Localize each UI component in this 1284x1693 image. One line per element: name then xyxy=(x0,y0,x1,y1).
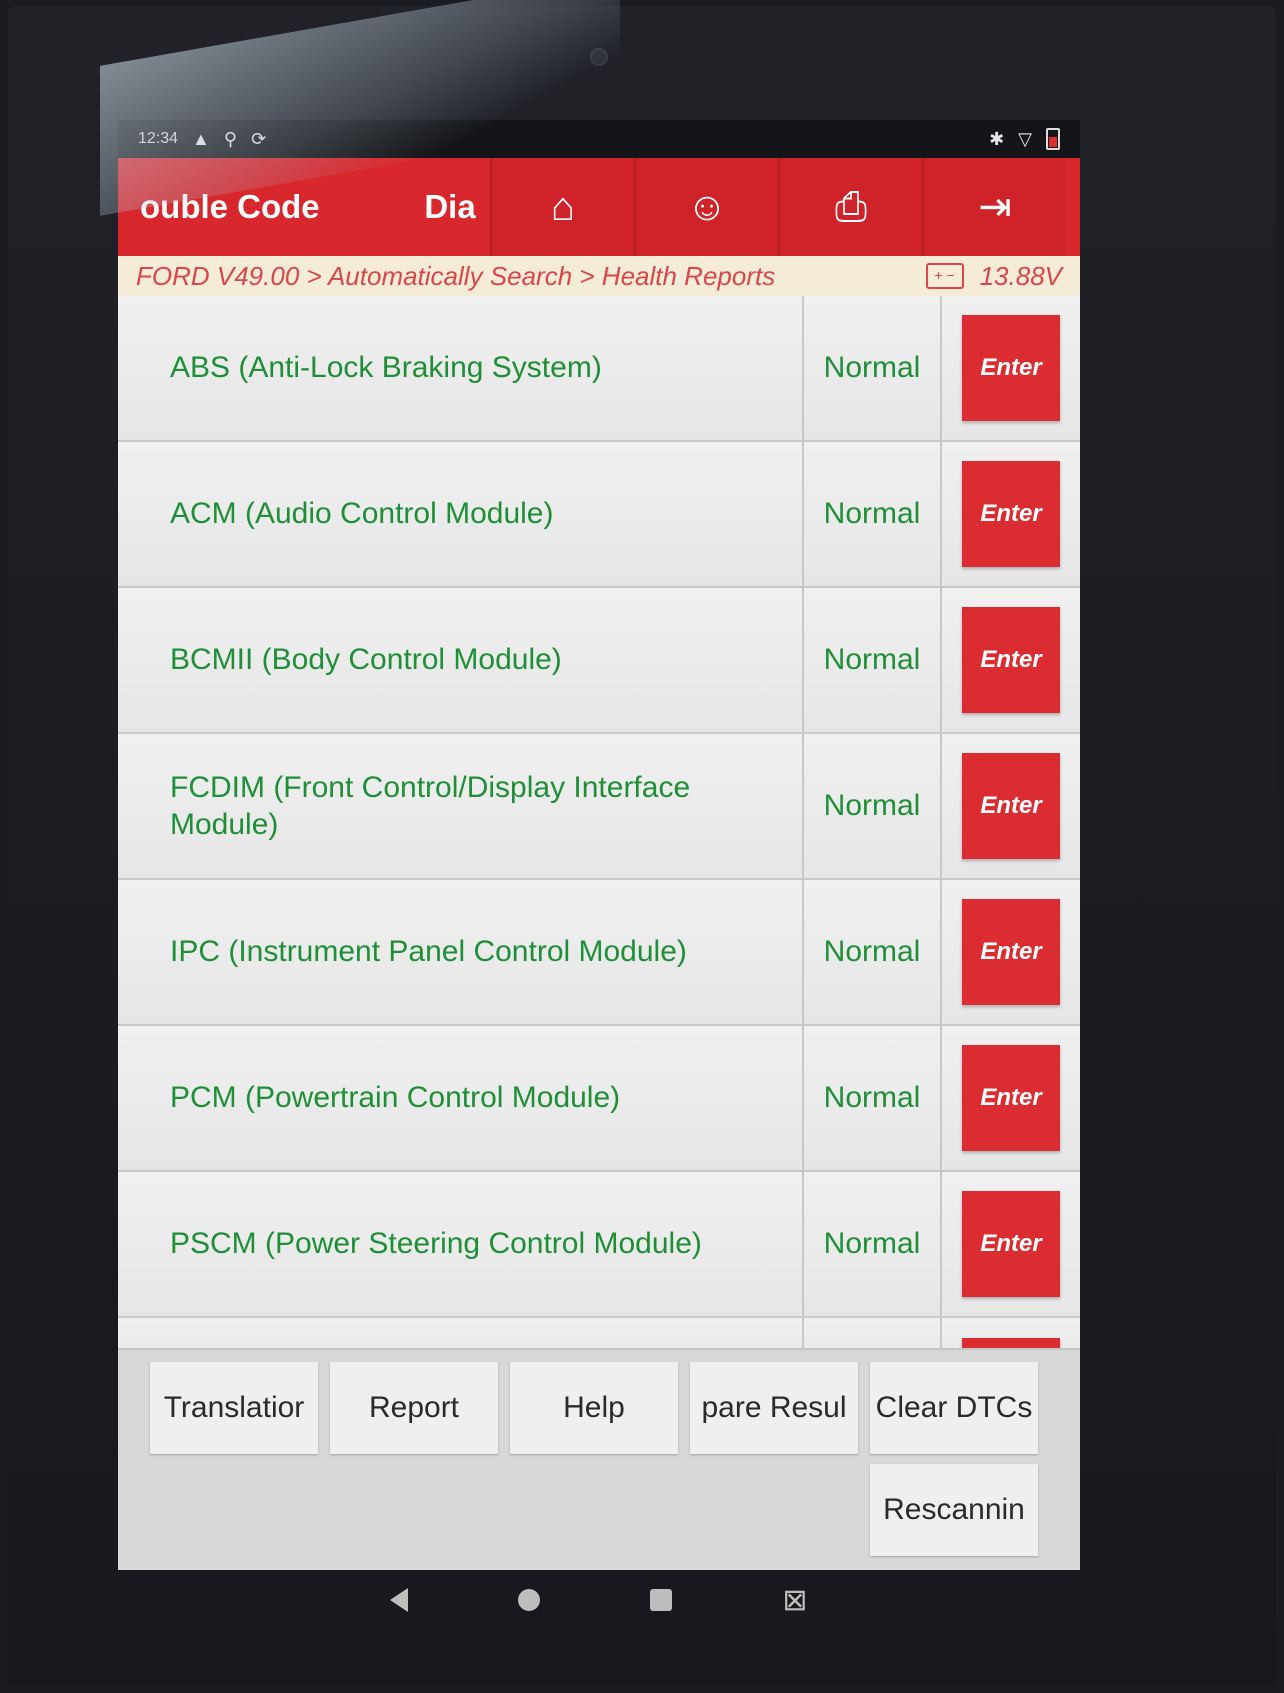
recents-icon[interactable] xyxy=(650,1589,673,1611)
module-name: FCDIM (Front Control/Display Interface M… xyxy=(118,734,804,878)
sync-icon: ⟳ xyxy=(251,128,267,149)
module-status: Normal xyxy=(804,734,942,878)
status-time: 12:34 xyxy=(138,130,179,147)
back-icon[interactable] xyxy=(390,1588,409,1612)
module-name: PSCM (Power Steering Control Module) xyxy=(118,1172,804,1316)
alert-icon: ▲ xyxy=(192,128,210,149)
car-battery-icon: + − xyxy=(925,263,964,289)
device-screen: 12:34 ▲ ⚲ ⟳ ✱ ▽ ouble Code Dia ⌂ ☺ ⎙ ⇥ F… xyxy=(118,120,1080,1570)
table-row: IPC (Instrument Panel Control Module) No… xyxy=(118,880,1080,1026)
home-nav-icon[interactable] xyxy=(518,1589,541,1611)
report-button[interactable]: Report xyxy=(330,1362,498,1454)
enter-button[interactable]: Enter xyxy=(962,753,1060,859)
help-button[interactable]: Help xyxy=(510,1362,678,1454)
user-headset-icon: ☺ xyxy=(686,184,728,229)
module-status: Normal xyxy=(804,442,942,586)
table-row: PCM (Powertrain Control Module) Normal E… xyxy=(118,1026,1080,1172)
module-name: PCM (Powertrain Control Module) xyxy=(118,1026,804,1170)
module-name: BCMII (Body Control Module) xyxy=(118,588,804,732)
exit-button[interactable]: ⇥ xyxy=(922,158,1066,256)
table-row: PSCM (Power Steering Control Module) Nor… xyxy=(118,1172,1080,1318)
breadcrumb: FORD V49.00 > Automatically Search > Hea… xyxy=(118,256,1080,296)
android-nav-bar: ⊠ xyxy=(118,1570,1080,1630)
screenshot-icon[interactable]: ⊠ xyxy=(782,1583,807,1618)
compare-results-button[interactable]: pare Resul xyxy=(690,1362,858,1454)
enter-button[interactable]: Enter xyxy=(962,461,1060,567)
module-status: Normal xyxy=(804,1172,942,1316)
module-status: Normal xyxy=(804,880,942,1024)
table-row: FCDIM (Front Control/Display Interface M… xyxy=(118,734,1080,880)
battery-icon xyxy=(1046,128,1060,150)
module-status: Normal xyxy=(804,1026,942,1170)
translation-button[interactable]: Translatior xyxy=(150,1362,318,1454)
module-name: ACM (Audio Control Module) xyxy=(118,442,804,586)
module-status: Normal xyxy=(804,296,942,440)
printer-icon: ⎙ xyxy=(835,184,867,229)
home-button[interactable]: ⌂ xyxy=(490,158,634,256)
enter-button[interactable]: Enter xyxy=(962,1045,1060,1151)
rescanning-button[interactable]: Rescannin xyxy=(870,1464,1038,1556)
module-name: IPC (Instrument Panel Control Module) xyxy=(118,880,804,1024)
diagnose-menu-tab[interactable]: Dia xyxy=(410,188,490,226)
usb-icon: ⚲ xyxy=(223,128,238,149)
module-name: ABS (Anti-Lock Braking System) xyxy=(118,296,804,440)
table-row: BCMII (Body Control Module) Normal Enter xyxy=(118,588,1080,734)
exit-icon: ⇥ xyxy=(978,185,1012,229)
bluetooth-icon: ✱ xyxy=(989,128,1005,149)
enter-button[interactable]: Enter xyxy=(962,315,1060,421)
table-row: ACM (Audio Control Module) Normal Enter xyxy=(118,442,1080,588)
bottom-action-bar: Translatior Report Help pare Resul Clear… xyxy=(118,1348,1080,1570)
home-icon: ⌂ xyxy=(550,184,576,229)
front-camera xyxy=(590,48,608,66)
wifi-icon: ▽ xyxy=(1018,128,1032,149)
page-title: ouble Code xyxy=(140,188,320,225)
enter-button[interactable]: Enter xyxy=(962,1191,1060,1297)
enter-button[interactable]: Enter xyxy=(962,899,1060,1005)
module-table: ABS (Anti-Lock Braking System) Normal En… xyxy=(118,296,1080,1380)
breadcrumb-path: FORD V49.00 > Automatically Search > Hea… xyxy=(136,260,776,291)
app-toolbar: ouble Code Dia ⌂ ☺ ⎙ ⇥ xyxy=(118,158,1080,256)
enter-button[interactable]: Enter xyxy=(962,607,1060,713)
voltage-readout: 13.88V xyxy=(979,260,1062,291)
support-button[interactable]: ☺ xyxy=(634,158,778,256)
print-button[interactable]: ⎙ xyxy=(778,158,922,256)
status-bar: 12:34 ▲ ⚲ ⟳ ✱ ▽ xyxy=(118,120,1080,158)
module-status: Normal xyxy=(804,588,942,732)
table-row: ABS (Anti-Lock Braking System) Normal En… xyxy=(118,296,1080,442)
clear-dtcs-button[interactable]: Clear DTCs xyxy=(870,1362,1038,1454)
